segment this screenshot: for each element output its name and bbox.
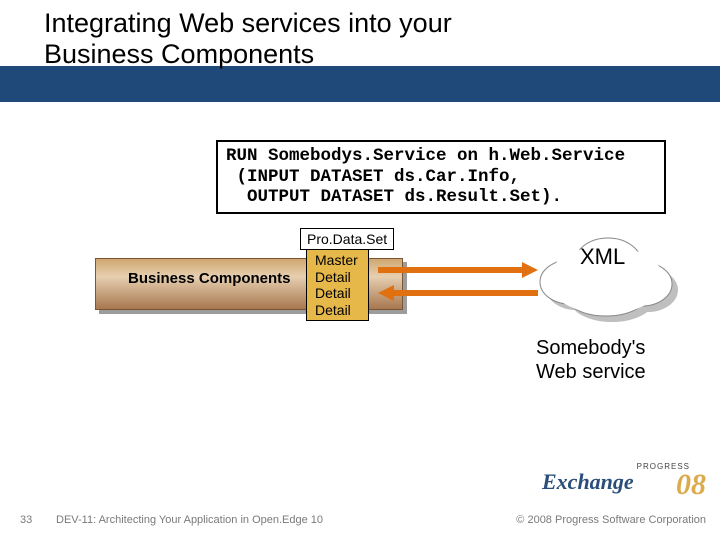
- web-service-label: Somebody's Web service: [536, 336, 646, 384]
- cloud-label: XML: [580, 244, 625, 270]
- master-detail-box: Master Detail Detail Detail: [306, 249, 369, 321]
- footer-copyright: © 2008 Progress Software Corporation: [516, 514, 706, 526]
- code-block: RUN Somebodys.Service on h.Web.Service (…: [216, 140, 666, 214]
- logo-year: 08: [676, 468, 706, 502]
- logo-exchange-text: Exchange: [542, 469, 634, 494]
- prodataset-label: Pro.Data.Set: [300, 228, 394, 250]
- exchange-logo: PROGRESS Exchange 08: [542, 462, 702, 512]
- slide-number: 33: [20, 514, 32, 526]
- arrow-left-icon: [378, 285, 538, 301]
- business-components-label: Business Components: [128, 270, 291, 287]
- arrow-right-icon: [378, 262, 538, 278]
- xml-cloud: [530, 226, 690, 326]
- header-band: [0, 66, 720, 102]
- slide-title: Integrating Web services into your Busin…: [44, 8, 452, 70]
- footer-title: DEV-11: Architecting Your Application in…: [56, 514, 323, 526]
